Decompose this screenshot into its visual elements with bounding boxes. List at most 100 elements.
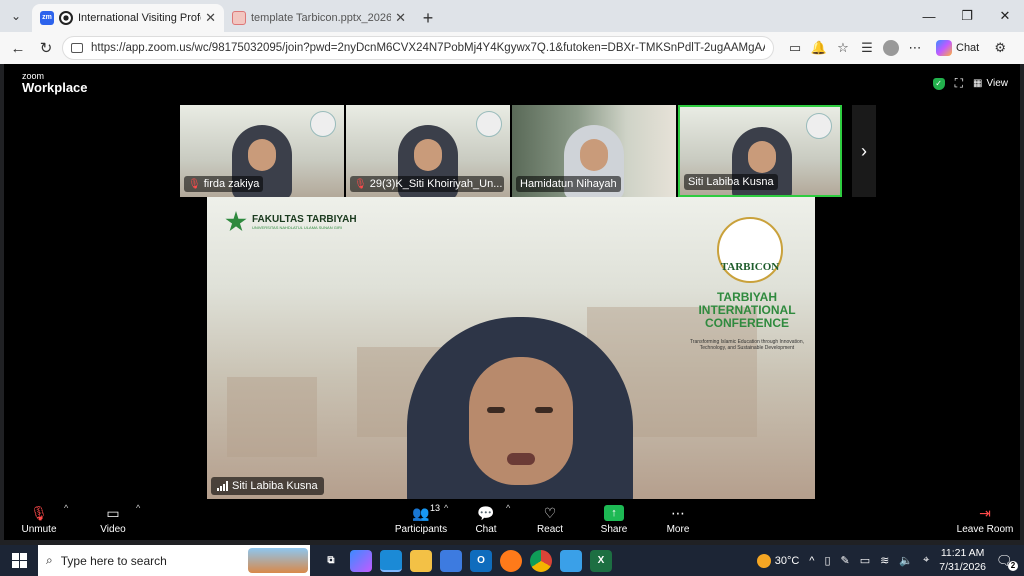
- pen-icon[interactable]: ✎: [841, 554, 850, 567]
- photos-icon[interactable]: [560, 549, 582, 572]
- copilot-chat-button[interactable]: Chat: [930, 40, 985, 56]
- share-button[interactable]: ↑ Share: [594, 499, 634, 540]
- tab-zoom-meeting[interactable]: zm International Visiting Professo ✕: [32, 4, 224, 32]
- participant-tile[interactable]: Hamidatun Nihayah: [512, 105, 676, 197]
- favorite-star-icon[interactable]: ☆: [834, 39, 852, 57]
- sun-weather-icon: [756, 553, 771, 568]
- react-button[interactable]: ♡ React: [530, 499, 570, 540]
- chrome-icon[interactable]: [530, 549, 552, 572]
- participants-icon: 👥: [412, 504, 430, 521]
- close-window-icon[interactable]: ✕: [986, 0, 1024, 32]
- weather-widget[interactable]: 30°C: [756, 553, 799, 568]
- new-tab-plus-icon[interactable]: +: [414, 4, 442, 32]
- copilot-app-icon[interactable]: [350, 549, 372, 572]
- clock-date: 7/31/2026: [939, 560, 986, 573]
- participant-tile-active-speaker[interactable]: Siti Labiba Kusna: [678, 105, 842, 197]
- notification-center-icon[interactable]: 🗨 2: [996, 553, 1018, 571]
- participant-name: Siti Labiba Kusna: [688, 176, 774, 188]
- outlook-icon[interactable]: O: [470, 549, 492, 572]
- view-grid-icon: ▦: [973, 78, 983, 89]
- location-icon[interactable]: ⌖: [923, 554, 929, 567]
- leave-room-button[interactable]: ⇥ Leave Room: [954, 499, 1016, 540]
- url-field[interactable]: https://app.zoom.us/wc/98175032095/join?…: [62, 36, 774, 60]
- view-button[interactable]: ▦ View: [973, 78, 1008, 89]
- camera-permission-icon[interactable]: ▭: [786, 39, 804, 57]
- participants-button[interactable]: 👥 Participants: [392, 499, 450, 540]
- more-dots-icon: ⋯: [671, 504, 685, 521]
- encryption-shield-icon[interactable]: ✓: [932, 77, 945, 90]
- task-view-icon[interactable]: ⧉: [320, 550, 342, 572]
- excel-icon[interactable]: X: [590, 549, 612, 572]
- gallery-next-chevron-icon[interactable]: ›: [852, 105, 876, 197]
- tab-actions-chevron-icon[interactable]: ⌄: [0, 0, 32, 32]
- notification-bell-icon[interactable]: 🔔: [810, 39, 828, 57]
- url-text: https://app.zoom.us/wc/98175032095/join?…: [91, 42, 765, 54]
- window-controls: — ❐ ✕: [910, 0, 1024, 32]
- participants-count-badge: 13: [430, 503, 441, 513]
- chat-button[interactable]: 💬 Chat: [468, 499, 504, 540]
- meeting-toolbar: 🎙 Unmute ^ ▭ Video ^ 👥 Participants 13 ^…: [4, 499, 1020, 540]
- chat-options-caret-icon[interactable]: ^: [506, 503, 510, 513]
- unmute-button[interactable]: 🎙 Unmute: [14, 499, 64, 540]
- more-label: More: [666, 523, 690, 535]
- main-speaker-video: FAKULTAS TARBIYAH UNIVERSITAS NAHDLATUL …: [207, 197, 815, 499]
- audio-options-caret-icon[interactable]: ^: [64, 503, 68, 513]
- participant-name-tag: Hamidatun Nihayah: [516, 176, 621, 192]
- close-tab-icon[interactable]: ✕: [395, 10, 406, 26]
- signal-strength-icon: [217, 481, 228, 491]
- participant-name-tag: 🎙 firda zakiya: [184, 176, 264, 192]
- wifi-icon[interactable]: ≋: [880, 554, 889, 567]
- tab-template-pptx[interactable]: template Tarbicon.pptx_20260731 ✕: [224, 4, 414, 32]
- video-button[interactable]: ▭ Video: [88, 499, 138, 540]
- powerpoint-favicon-icon: [232, 11, 246, 25]
- tarbicon-logo: TARBICON: [717, 217, 783, 283]
- taskbar-search-box[interactable]: ⌕ Type here to search: [38, 545, 310, 576]
- conference-subtitle: Transforming Islamic Education through I…: [689, 339, 805, 351]
- participants-label: Participants: [394, 523, 448, 535]
- chat-label: Chat: [956, 42, 980, 54]
- search-placeholder: Type here to search: [60, 553, 167, 568]
- share-screen-icon: ↑: [604, 504, 624, 521]
- close-tab-icon[interactable]: ✕: [205, 10, 216, 26]
- chat-label: Chat: [475, 523, 497, 535]
- participant-name: 29(3)K_Siti Khoiriyah_Un...: [369, 178, 503, 190]
- windows-logo-icon: [11, 553, 27, 568]
- conference-logo-icon: [806, 113, 832, 139]
- participant-name-tag: Siti Labiba Kusna: [684, 174, 778, 190]
- restore-icon[interactable]: ❐: [948, 0, 986, 32]
- screen: ⌄ zm International Visiting Professo ✕ t…: [0, 0, 1024, 576]
- back-arrow-icon[interactable]: ←: [4, 40, 32, 57]
- video-label: Video: [100, 523, 126, 535]
- refresh-icon[interactable]: ↻: [32, 39, 60, 57]
- conference-logo-icon: [310, 111, 336, 137]
- logo-text-bottom: Workplace: [22, 80, 88, 95]
- volume-icon[interactable]: 🔈: [899, 554, 913, 567]
- participant-tile[interactable]: 🎙 firda zakiya: [180, 105, 344, 197]
- clock-time: 11:21 AM: [940, 547, 985, 560]
- copilot-icon: [936, 40, 952, 56]
- microsoft-store-icon[interactable]: [440, 549, 462, 572]
- profile-avatar-icon[interactable]: [882, 39, 900, 57]
- taskbar-clock[interactable]: 11:21 AM 7/31/2026: [939, 547, 986, 573]
- show-hidden-icons-chevron-icon[interactable]: ^: [809, 555, 814, 567]
- participant-tile[interactable]: 🎙 29(3)K_Siti Khoiriyah_Un...: [346, 105, 510, 197]
- copilot-settings-icon[interactable]: ⚙: [991, 39, 1009, 57]
- participants-options-caret-icon[interactable]: ^: [444, 503, 448, 513]
- favorites-list-icon[interactable]: ☰: [858, 39, 876, 57]
- battery-icon[interactable]: ▭: [860, 554, 870, 567]
- fullscreen-icon[interactable]: ⛶: [955, 76, 963, 91]
- address-bar-row: ← ↻ https://app.zoom.us/wc/98175032095/j…: [0, 32, 1024, 64]
- start-button[interactable]: [0, 545, 38, 576]
- zoom-meeting-window: zoom Workplace ✓ ⛶ ▦ View 🎙 firda zakiya: [4, 64, 1020, 540]
- tab-title: International Visiting Professo: [78, 12, 201, 24]
- more-button[interactable]: ⋯ More: [658, 499, 698, 540]
- edge-browser-icon[interactable]: [380, 549, 402, 572]
- video-options-caret-icon[interactable]: ^: [136, 503, 140, 513]
- usb-device-icon[interactable]: ▯: [824, 554, 830, 567]
- faculty-name: FAKULTAS TARBIYAH: [252, 214, 357, 225]
- file-explorer-icon[interactable]: [410, 549, 432, 572]
- more-options-icon[interactable]: ⋯: [906, 39, 924, 57]
- minimize-icon[interactable]: —: [910, 0, 948, 32]
- firefox-icon[interactable]: [500, 549, 522, 572]
- site-info-icon[interactable]: [71, 43, 83, 53]
